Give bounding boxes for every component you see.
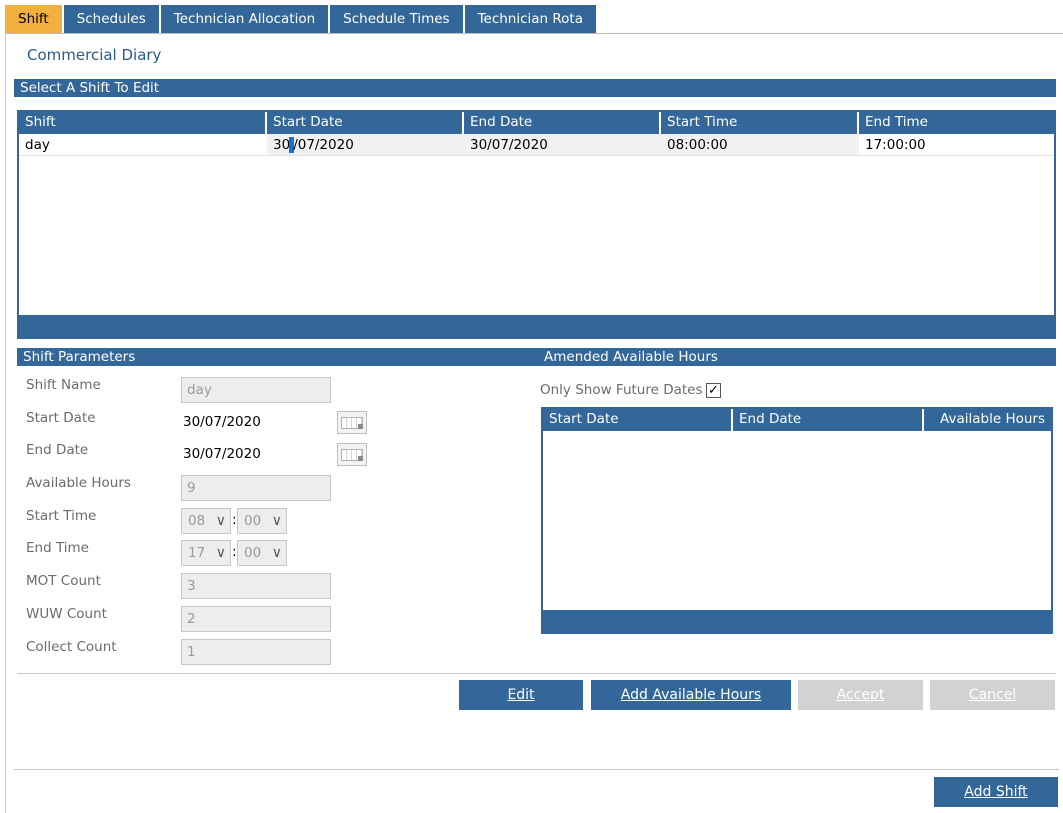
- start-hour-select[interactable]: 08 ∨: [181, 508, 231, 534]
- tab-schedules[interactable]: Schedules: [63, 5, 161, 33]
- collect-count-label: Collect Count: [26, 639, 117, 655]
- mot-count-label: MOT Count: [26, 573, 101, 589]
- col-header-available-hours[interactable]: Available Hours: [924, 409, 1051, 431]
- cell-start-date-day: 30: [273, 137, 291, 153]
- start-time-label: Start Time: [26, 508, 97, 524]
- start-date-field[interactable]: 30/07/2020: [181, 410, 331, 434]
- cancel-button[interactable]: Cancel: [930, 680, 1055, 710]
- select-shift-heading: Select A Shift To Edit: [20, 80, 160, 96]
- cell-start-date[interactable]: 30/07/2020: [267, 134, 464, 155]
- end-date-label: End Date: [26, 442, 89, 458]
- cell-end-date: 30/07/2020: [464, 134, 661, 155]
- chevron-down-icon: ∨: [271, 545, 282, 561]
- shift-name-field[interactable]: day: [181, 377, 331, 403]
- tab-divider: [5, 33, 1063, 34]
- start-hour-value: 08: [188, 513, 206, 529]
- amended-hours-heading: Amended Available Hours: [544, 349, 718, 365]
- cell-start-date-rest: /07/2020: [293, 137, 354, 153]
- chevron-down-icon: ∨: [215, 513, 226, 529]
- tab-schedule-times[interactable]: Schedule Times: [330, 5, 465, 33]
- start-minute-value: 00: [244, 513, 262, 529]
- end-hour-select[interactable]: 17 ∨: [181, 540, 231, 566]
- col-header-start-date[interactable]: Start Date: [543, 409, 733, 431]
- mot-count-field[interactable]: 3: [181, 573, 331, 599]
- accept-button[interactable]: Accept: [798, 680, 923, 710]
- tab-shift[interactable]: Shift: [5, 5, 64, 33]
- select-shift-bar: Select A Shift To Edit: [14, 79, 1056, 97]
- start-minute-select[interactable]: 00 ∨: [237, 508, 287, 534]
- cell-end-time: 17:00:00: [865, 137, 926, 153]
- cell-shift: day: [25, 137, 50, 153]
- shift-parameters-heading: Shift Parameters: [23, 349, 136, 365]
- add-shift-button[interactable]: Add Shift: [934, 777, 1058, 807]
- amended-hours-grid: Start Date End Date Available Hours: [541, 407, 1053, 634]
- available-hours-label: Available Hours: [26, 475, 131, 491]
- amended-grid-header: Start Date End Date Available Hours: [543, 409, 1051, 431]
- tab-technician-allocation[interactable]: Technician Allocation: [160, 5, 331, 33]
- only-future-dates-checkbox[interactable]: ✓: [706, 383, 721, 398]
- tab-technician-rota[interactable]: Technician Rota: [464, 5, 598, 33]
- add-available-hours-button[interactable]: Add Available Hours: [591, 680, 791, 710]
- col-header-end-date[interactable]: End Date: [733, 409, 924, 431]
- col-header-shift[interactable]: Shift: [19, 112, 267, 134]
- time-separator: :: [232, 512, 237, 528]
- edit-button[interactable]: Edit: [459, 680, 583, 710]
- wuw-count-label: WUW Count: [26, 606, 107, 622]
- chevron-down-icon: ∨: [215, 545, 226, 561]
- end-date-field[interactable]: 30/07/2020: [181, 442, 331, 466]
- calendar-icon[interactable]: [337, 411, 367, 434]
- divider: [14, 769, 1059, 770]
- col-header-end-date[interactable]: End Date: [464, 112, 661, 134]
- shift-parameters-bar: Shift Parameters: [17, 348, 1056, 366]
- chevron-down-icon: ∨: [271, 513, 282, 529]
- col-header-start-date[interactable]: Start Date: [267, 112, 464, 134]
- amended-grid-footer: [543, 610, 1051, 632]
- end-minute-value: 00: [244, 545, 262, 561]
- checkmark-icon: ✓: [708, 383, 719, 398]
- page-title: Commercial Diary: [27, 46, 162, 64]
- table-row[interactable]: day 30/07/2020 30/07/2020 08:00:00 17:00…: [19, 134, 1054, 156]
- col-header-start-time[interactable]: Start Time: [661, 112, 859, 134]
- end-minute-select[interactable]: 00 ∨: [237, 540, 287, 566]
- shift-name-label: Shift Name: [26, 377, 101, 393]
- cell-start-time: 08:00:00: [661, 134, 859, 155]
- calendar-icon[interactable]: [337, 443, 367, 466]
- only-future-dates-label: Only Show Future Dates: [540, 382, 703, 398]
- end-hour-value: 17: [188, 545, 206, 561]
- divider: [17, 673, 1056, 674]
- col-header-end-time[interactable]: End Time: [859, 112, 1054, 134]
- tab-bar: Shift Schedules Technician Allocation Sc…: [5, 5, 598, 33]
- content-left-border: [5, 33, 6, 813]
- time-separator: :: [232, 544, 237, 560]
- shifts-grid-footer: [19, 315, 1054, 337]
- available-hours-field[interactable]: 9: [181, 475, 331, 501]
- start-date-label: Start Date: [26, 410, 96, 426]
- wuw-count-field[interactable]: 2: [181, 606, 331, 632]
- shifts-grid: Shift Start Date End Date Start Time End…: [17, 110, 1056, 339]
- shifts-grid-header: Shift Start Date End Date Start Time End…: [19, 112, 1054, 134]
- end-time-label: End Time: [26, 540, 89, 556]
- collect-count-field[interactable]: 1: [181, 639, 331, 665]
